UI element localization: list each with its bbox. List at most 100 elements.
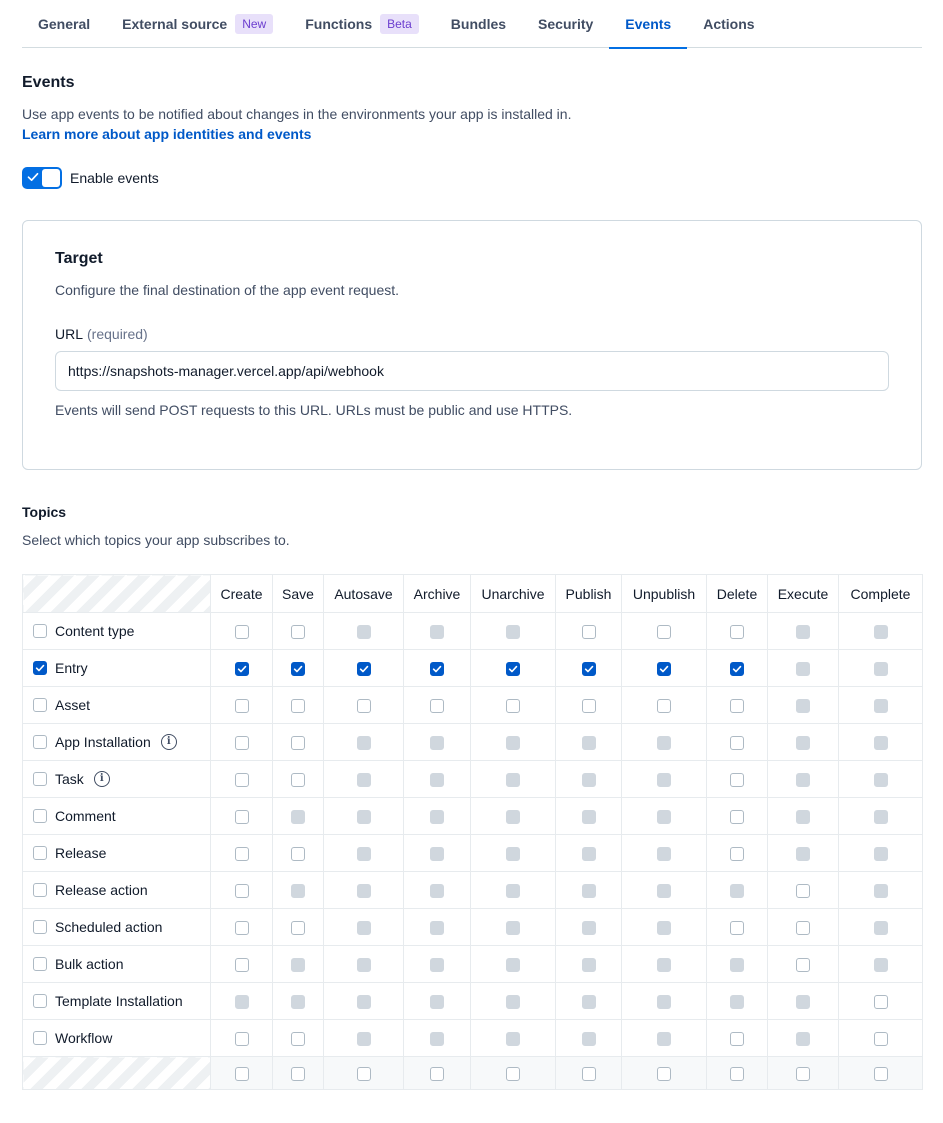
- topic-checkbox-autosave[interactable]: [356, 699, 371, 714]
- topic-select-all-checkbox[interactable]: [33, 735, 47, 749]
- topic-checkbox-delete[interactable]: [730, 921, 744, 936]
- topic-cell: [621, 760, 707, 798]
- topic-checkbox-create[interactable]: [234, 625, 249, 640]
- topic-checkbox-complete: [873, 736, 888, 751]
- topic-select-all-checkbox[interactable]: [33, 846, 47, 860]
- topic-cell: [272, 723, 324, 761]
- topic-checkbox-unarchive[interactable]: [506, 699, 520, 714]
- topic-select-all-checkbox[interactable]: [33, 698, 47, 712]
- topics-description: Select which topics your app subscribes …: [22, 532, 290, 548]
- column-select-all-checkbox-execute[interactable]: [796, 1067, 810, 1082]
- topic-checkbox-create[interactable]: [234, 662, 249, 677]
- topic-checkbox-save[interactable]: [291, 736, 305, 751]
- topic-checkbox-autosave: [356, 884, 371, 899]
- topic-label: Template Installation: [55, 993, 183, 1009]
- topic-checkbox-create[interactable]: [234, 847, 249, 862]
- topic-checkbox-delete[interactable]: [730, 736, 744, 751]
- topic-checkbox-unarchive: [506, 995, 520, 1010]
- topic-select-all-checkbox[interactable]: [33, 809, 47, 823]
- tab-bundles[interactable]: Bundles: [435, 0, 522, 48]
- tab-external-source[interactable]: External source New: [106, 0, 289, 48]
- topic-checkbox-create[interactable]: [234, 773, 249, 788]
- topic-checkbox-save[interactable]: [291, 699, 305, 714]
- topic-checkbox-execute: [796, 995, 810, 1010]
- topic-cell: [323, 760, 404, 798]
- topic-label: Workflow: [55, 1030, 113, 1046]
- toggle-switch[interactable]: [22, 167, 62, 189]
- url-input[interactable]: [55, 351, 889, 391]
- topic-checkbox-delete[interactable]: [730, 625, 744, 640]
- column-select-all-checkbox-unarchive[interactable]: [506, 1067, 520, 1082]
- topic-select-all-checkbox[interactable]: [33, 1031, 47, 1045]
- topic-checkbox-archive[interactable]: [430, 662, 444, 677]
- topic-checkbox-create[interactable]: [234, 921, 249, 936]
- topic-checkbox-delete[interactable]: [730, 699, 744, 714]
- topic-row: Bulk action: [22, 945, 923, 983]
- topic-checkbox-autosave[interactable]: [356, 662, 371, 677]
- topic-checkbox-complete: [873, 847, 888, 862]
- topic-checkbox-execute[interactable]: [796, 884, 810, 899]
- column-select-all-checkbox-autosave[interactable]: [356, 1067, 371, 1082]
- topic-row-label-group: Entry: [33, 660, 210, 676]
- column-select-all-checkbox-save[interactable]: [291, 1067, 305, 1082]
- topic-select-all-checkbox[interactable]: [33, 957, 47, 971]
- topic-checkbox-publish[interactable]: [581, 625, 596, 640]
- learn-more-link[interactable]: Learn more about app identities and even…: [22, 126, 311, 142]
- topic-checkbox-unarchive: [506, 736, 520, 751]
- topic-checkbox-complete[interactable]: [873, 1032, 888, 1047]
- topic-checkbox-delete[interactable]: [730, 773, 744, 788]
- topic-checkbox-publish: [581, 810, 596, 825]
- tab-actions[interactable]: Actions: [687, 0, 770, 48]
- topic-checkbox-execute[interactable]: [796, 921, 810, 936]
- topic-checkbox-unpublish[interactable]: [657, 625, 671, 640]
- topic-checkbox-delete[interactable]: [730, 847, 744, 862]
- topic-checkbox-delete[interactable]: [730, 662, 744, 677]
- topic-select-all-checkbox[interactable]: [33, 661, 47, 675]
- topic-checkbox-create[interactable]: [234, 699, 249, 714]
- enable-events-toggle[interactable]: Enable events: [22, 167, 159, 189]
- topic-checkbox-execute[interactable]: [796, 958, 810, 973]
- info-icon[interactable]: i: [160, 734, 177, 750]
- topic-checkbox-create[interactable]: [234, 810, 249, 825]
- tab-events[interactable]: Events: [609, 0, 688, 49]
- topic-checkbox-unarchive[interactable]: [506, 662, 520, 677]
- topic-checkbox-complete[interactable]: [873, 995, 888, 1010]
- column-select-all-checkbox-archive[interactable]: [430, 1067, 444, 1082]
- topic-checkbox-delete[interactable]: [730, 1032, 744, 1047]
- column-select-all-checkbox-publish[interactable]: [581, 1067, 596, 1082]
- topic-cell: [838, 686, 923, 724]
- topic-checkbox-autosave: [356, 773, 371, 788]
- column-select-all-checkbox-delete[interactable]: [730, 1067, 744, 1082]
- topic-checkbox-delete[interactable]: [730, 810, 744, 825]
- topic-checkbox-create[interactable]: [234, 884, 249, 899]
- topic-select-all-checkbox[interactable]: [33, 883, 47, 897]
- topic-checkbox-save[interactable]: [291, 921, 305, 936]
- tab-general[interactable]: General: [22, 0, 106, 48]
- tab-functions[interactable]: Functions Beta: [289, 0, 435, 48]
- topic-select-all-checkbox[interactable]: [33, 920, 47, 934]
- topic-select-all-checkbox[interactable]: [33, 994, 47, 1008]
- topic-checkbox-archive[interactable]: [430, 699, 444, 714]
- column-select-all-checkbox-create[interactable]: [234, 1067, 249, 1082]
- check-icon: [659, 665, 669, 673]
- topic-checkbox-save[interactable]: [291, 625, 305, 640]
- tab-security[interactable]: Security: [522, 0, 609, 48]
- topic-checkbox-publish[interactable]: [581, 699, 596, 714]
- topic-checkbox-save[interactable]: [291, 847, 305, 862]
- topic-checkbox-unpublish[interactable]: [657, 662, 671, 677]
- topic-checkbox-save[interactable]: [291, 773, 305, 788]
- topic-checkbox-create[interactable]: [234, 1032, 249, 1047]
- topic-checkbox-save[interactable]: [291, 662, 305, 677]
- column-select-all-checkbox-unpublish[interactable]: [657, 1067, 671, 1082]
- topic-checkbox-save[interactable]: [291, 1032, 305, 1047]
- info-icon[interactable]: i: [93, 771, 110, 787]
- topic-checkbox-publish[interactable]: [581, 662, 596, 677]
- column-header-execute: Execute: [767, 574, 839, 613]
- topic-select-all-checkbox[interactable]: [33, 624, 47, 638]
- topic-checkbox-unpublish[interactable]: [657, 699, 671, 714]
- topic-checkbox-unpublish: [657, 773, 671, 788]
- topic-select-all-checkbox[interactable]: [33, 772, 47, 786]
- topic-checkbox-create[interactable]: [234, 736, 249, 751]
- topic-checkbox-create[interactable]: [234, 958, 249, 973]
- column-select-all-checkbox-complete[interactable]: [873, 1067, 888, 1082]
